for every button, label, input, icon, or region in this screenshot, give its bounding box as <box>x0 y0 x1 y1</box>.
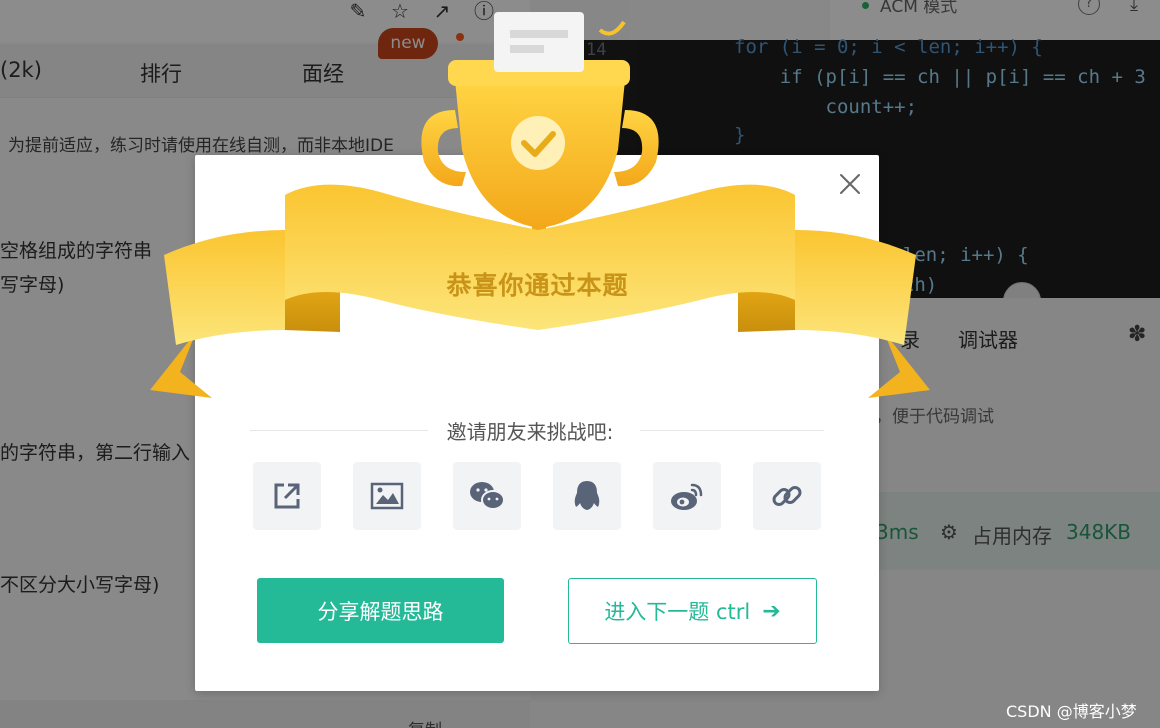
close-icon[interactable] <box>836 170 864 198</box>
share-image-button[interactable] <box>353 462 421 530</box>
image-icon <box>370 482 404 510</box>
next-problem-button[interactable]: 进入下一题 ctrl ➔ <box>568 578 817 644</box>
share-weibo-button[interactable] <box>653 462 721 530</box>
link-icon <box>772 486 802 506</box>
share-solution-label: 分享解题思路 <box>317 599 444 624</box>
share-wechat-button[interactable] <box>453 462 521 530</box>
arrow-right-icon: ➔ <box>762 598 781 624</box>
weibo-icon <box>671 483 703 510</box>
share-link-button[interactable] <box>753 462 821 530</box>
next-problem-label: 进入下一题 ctrl <box>604 600 751 624</box>
congrats-title: 恭喜你通过本题 <box>446 271 629 300</box>
qq-icon <box>574 481 600 510</box>
share-external-icon <box>274 483 300 509</box>
share-external-button[interactable] <box>253 462 321 530</box>
wechat-icon <box>470 482 505 510</box>
watermark: CSDN @博客小梦 <box>1006 702 1137 721</box>
invite-text: 邀请朋友来挑战吧: <box>446 420 614 444</box>
share-solution-button[interactable]: 分享解题思路 <box>257 578 504 643</box>
trophy-ribbon-illustration <box>150 12 930 398</box>
share-qq-button[interactable] <box>553 462 621 530</box>
